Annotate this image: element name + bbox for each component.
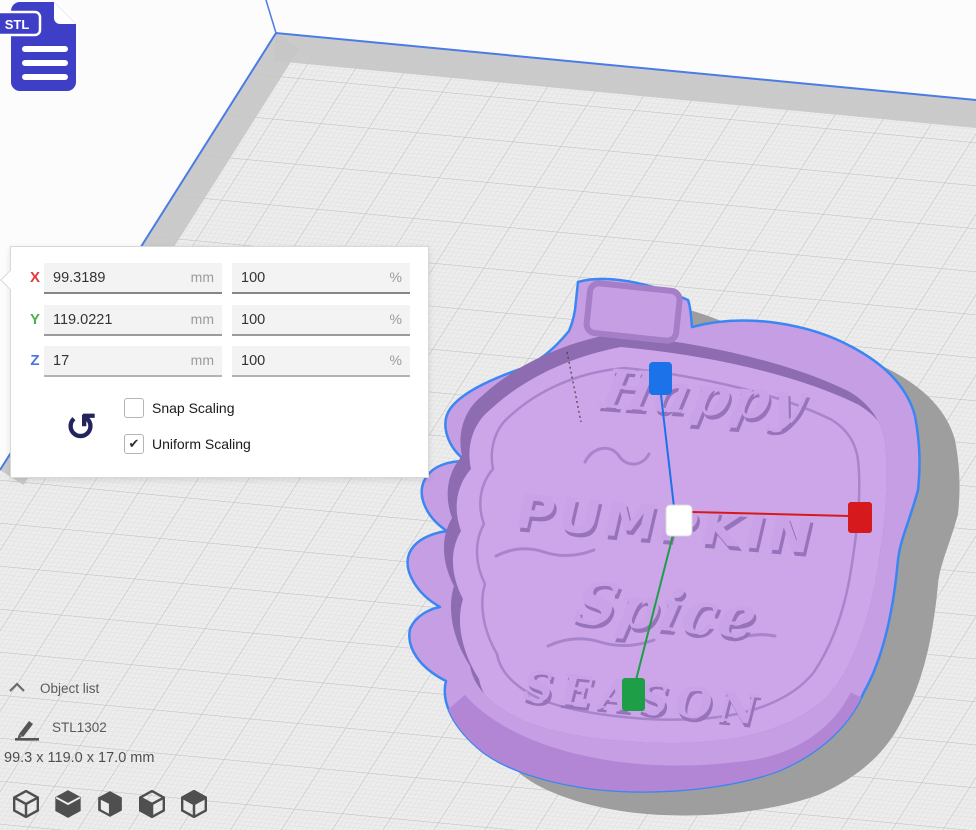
object-list-title: Object list <box>40 681 100 696</box>
view-3d-icon[interactable] <box>12 789 40 819</box>
unit-label-percent: % <box>389 352 402 368</box>
stl-file-thumbnail: STL <box>0 0 96 96</box>
object-list-item[interactable]: STL1302 <box>12 714 107 742</box>
axis-z-label: Z <box>30 352 40 369</box>
reset-scale-button[interactable]: ↺ <box>59 405 103 451</box>
axis-y-label: Y <box>29 311 40 328</box>
scale-row-y: Y mm % <box>11 305 428 336</box>
snap-scaling-label: Snap Scaling <box>152 400 235 416</box>
unit-label-percent: % <box>389 311 402 327</box>
view-left-icon[interactable] <box>138 789 166 819</box>
unit-label-percent: % <box>389 269 402 285</box>
chevron-up-icon[interactable] <box>8 682 26 693</box>
view-front-icon[interactable] <box>55 790 81 818</box>
unit-label-mm: mm <box>190 311 214 327</box>
scale-handle-y[interactable] <box>622 678 645 711</box>
selected-model-dimensions: 99.3 x 119.0 x 17.0 mm <box>4 750 155 766</box>
camera-view-presets <box>12 789 208 819</box>
axis-x-label: X <box>29 269 40 286</box>
scale-handle-x[interactable] <box>848 502 872 533</box>
scale-x-percent-input[interactable] <box>232 263 410 292</box>
scale-row-x: X mm % <box>11 263 428 294</box>
uniform-scaling-label: Uniform Scaling <box>152 436 251 452</box>
scale-z-percent-input[interactable] <box>232 346 410 375</box>
document-fold-corner <box>54 2 76 24</box>
scale-handle-center[interactable] <box>665 504 693 537</box>
edit-pencil-icon <box>15 721 39 741</box>
uniform-scaling-checkbox[interactable]: ✔ <box>124 434 144 454</box>
scale-handle-z[interactable] <box>649 362 672 395</box>
document-text-lines <box>22 46 68 80</box>
view-right-icon[interactable] <box>180 789 208 819</box>
scale-row-z: Z mm % <box>11 346 428 377</box>
object-name: STL1302 <box>52 720 107 735</box>
scale-y-percent-input[interactable] <box>232 305 410 334</box>
object-list-header[interactable]: Object list <box>8 680 99 700</box>
model-hanger-tab <box>583 280 683 344</box>
snap-scaling-checkbox[interactable] <box>124 398 144 418</box>
unit-label-mm: mm <box>190 352 214 368</box>
unit-label-mm: mm <box>190 269 214 285</box>
scale-tool-panel: X mm % Y mm % Z mm <box>0 246 429 478</box>
view-top-icon[interactable] <box>97 790 123 818</box>
stl-badge-label: STL <box>5 17 30 32</box>
application-window: Happy Happy PUMPKIN PUMPKIN Spice Spice … <box>0 0 976 830</box>
